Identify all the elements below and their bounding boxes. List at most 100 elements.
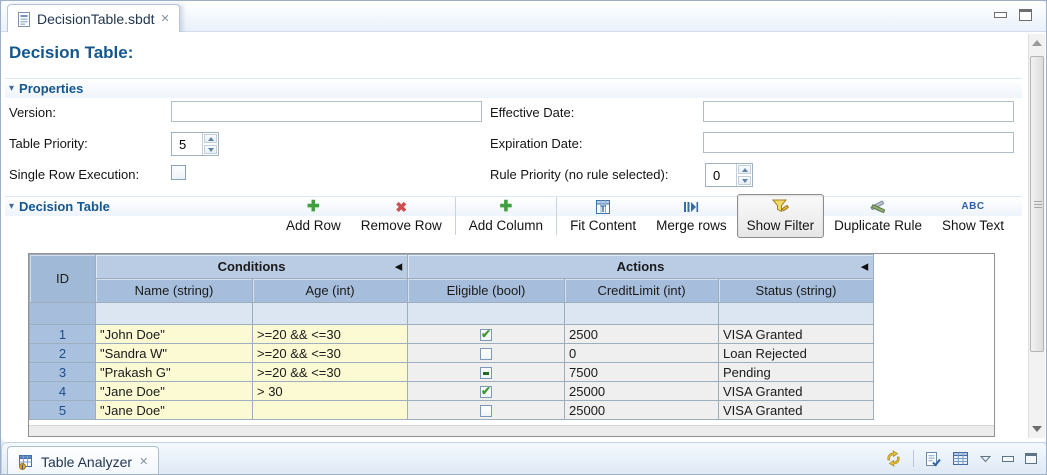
close-icon[interactable]: ✕ [161,14,170,25]
age-cell[interactable]: >=20 && <=30 [253,344,408,363]
expiration-date-input[interactable] [703,132,1014,153]
maximize-panel-icon[interactable] [1025,453,1037,464]
column-header-status[interactable]: Status (string) [719,279,874,303]
column-header-age[interactable]: Age (int) [253,279,408,303]
age-cell[interactable]: > 30 [253,382,408,401]
name-cell[interactable]: "John Doe" [96,325,253,344]
collapse-group-icon[interactable]: ◀ [861,261,868,272]
row-id-cell[interactable]: 2 [30,344,96,363]
filter-cell[interactable] [408,303,565,325]
minimize-panel-icon[interactable] [1002,456,1014,462]
scroll-up-icon[interactable] [1032,40,1042,46]
svg-text:T: T [600,204,606,214]
eligible-checkbox[interactable] [480,367,492,379]
add-row-label: Add Row [286,218,341,233]
collapse-group-icon[interactable]: ◀ [395,261,402,272]
creditlimit-cell[interactable]: 2500 [565,325,719,344]
name-cell[interactable]: "Sandra W" [96,344,253,363]
eligible-checkbox[interactable] [480,386,492,398]
validate-report-icon[interactable] [925,451,941,467]
filter-cell[interactable] [565,303,719,325]
age-cell[interactable]: >=20 && <=30 [253,325,408,344]
eligible-checkbox[interactable] [480,405,492,417]
creditlimit-cell[interactable]: 25000 [565,401,719,420]
row-id-cell[interactable]: 4 [30,382,96,401]
editor-area: Decision Table: ▾ Properties Version: Ef… [1,32,1047,442]
add-row-button[interactable]: ✚ Add Row [276,194,351,238]
table-row: 4 "Jane Doe" > 30 25000 VISA Granted [30,382,874,401]
editor-tab-title: DecisionTable.sbdt [37,11,155,27]
table-priority-spinner [171,132,219,156]
eligible-cell[interactable] [408,363,565,382]
creditlimit-cell[interactable]: 25000 [565,382,719,401]
eligible-cell[interactable] [408,344,565,363]
eligible-cell[interactable] [408,325,565,344]
editor-scrollbar[interactable] [1028,34,1045,438]
scroll-down-icon[interactable] [1032,426,1042,432]
fit-content-button[interactable]: T Fit Content [560,194,646,238]
show-filter-button[interactable]: Show Filter [737,194,825,238]
rule-priority-input[interactable] [706,164,736,186]
conditions-group-header[interactable]: Conditions ◀ [96,255,408,279]
table-priority-spin-buttons [202,133,218,155]
table-analyzer-tab[interactable]: f Table Analyzer ✕ [7,446,159,475]
remove-row-button[interactable]: ✖ Remove Row [351,194,452,238]
sync-icon[interactable] [885,450,902,467]
age-cell[interactable]: >=20 && <=30 [253,363,408,382]
merge-rows-button[interactable]: Merge rows [646,194,737,238]
minimize-icon[interactable] [994,12,1007,18]
close-icon[interactable]: ✕ [139,457,148,468]
row-id-cell[interactable]: 3 [30,363,96,382]
scrollbar-thumb[interactable] [1030,56,1044,352]
duplicate-rule-label: Duplicate Rule [834,218,922,233]
name-cell[interactable]: "Jane Doe" [96,382,253,401]
document-icon [17,12,31,27]
column-header-name[interactable]: Name (string) [96,279,253,303]
effective-date-input[interactable] [703,101,1014,122]
filter-cell[interactable] [719,303,874,325]
name-cell[interactable]: "Jane Doe" [96,401,253,420]
age-cell[interactable] [253,401,408,420]
filter-cell[interactable] [253,303,408,325]
id-column-header[interactable]: ID [30,255,96,303]
spin-up-button[interactable] [204,134,217,143]
show-text-button[interactable]: ABC Show Text [932,194,1014,238]
creditlimit-cell[interactable]: 0 [565,344,719,363]
collapse-icon[interactable]: ▾ [9,83,14,94]
row-id-cell[interactable]: 5 [30,401,96,420]
creditlimit-cell[interactable]: 7500 [565,363,719,382]
row-id-cell[interactable]: 1 [30,325,96,344]
status-cell[interactable]: VISA Granted [719,401,874,420]
filter-cell[interactable] [96,303,253,325]
table-view-icon[interactable] [952,451,969,466]
status-cell[interactable]: Loan Rejected [719,344,874,363]
maximize-icon[interactable] [1019,9,1032,21]
decision-table-toolbar: ✚ Add Row ✖ Remove Row ✚ Add Column [276,194,1014,238]
table-analyzer-tab-label: Table Analyzer [41,454,132,470]
status-cell[interactable]: VISA Granted [719,325,874,344]
table-priority-input[interactable] [172,133,202,155]
table-row: 5 "Jane Doe" 25000 VISA Granted [30,401,874,420]
eligible-cell[interactable] [408,401,565,420]
filter-cell[interactable] [30,303,96,325]
version-input[interactable] [171,101,482,122]
add-column-button[interactable]: ✚ Add Column [459,194,553,238]
eligible-checkbox[interactable] [480,329,492,341]
eligible-checkbox[interactable] [480,348,492,360]
spin-up-button[interactable] [738,165,751,174]
editor-tab-decisiontable[interactable]: DecisionTable.sbdt ✕ [7,4,180,33]
duplicate-rule-button[interactable]: Duplicate Rule [824,194,932,238]
status-cell[interactable]: Pending [719,363,874,382]
column-header-creditlimit[interactable]: CreditLimit (int) [565,279,719,303]
column-header-eligible[interactable]: Eligible (bool) [408,279,565,303]
spin-down-button[interactable] [204,145,217,154]
single-row-execution-checkbox[interactable] [171,165,186,180]
name-cell[interactable]: "Prakash G" [96,363,253,382]
collapse-icon[interactable]: ▾ [9,201,14,212]
status-cell[interactable]: VISA Granted [719,382,874,401]
spin-down-button[interactable] [738,176,751,185]
bottom-panel-toolbar [885,450,1037,467]
actions-group-header[interactable]: Actions ◀ [408,255,874,279]
eligible-cell[interactable] [408,382,565,401]
view-menu-chevron-icon[interactable] [980,455,991,463]
